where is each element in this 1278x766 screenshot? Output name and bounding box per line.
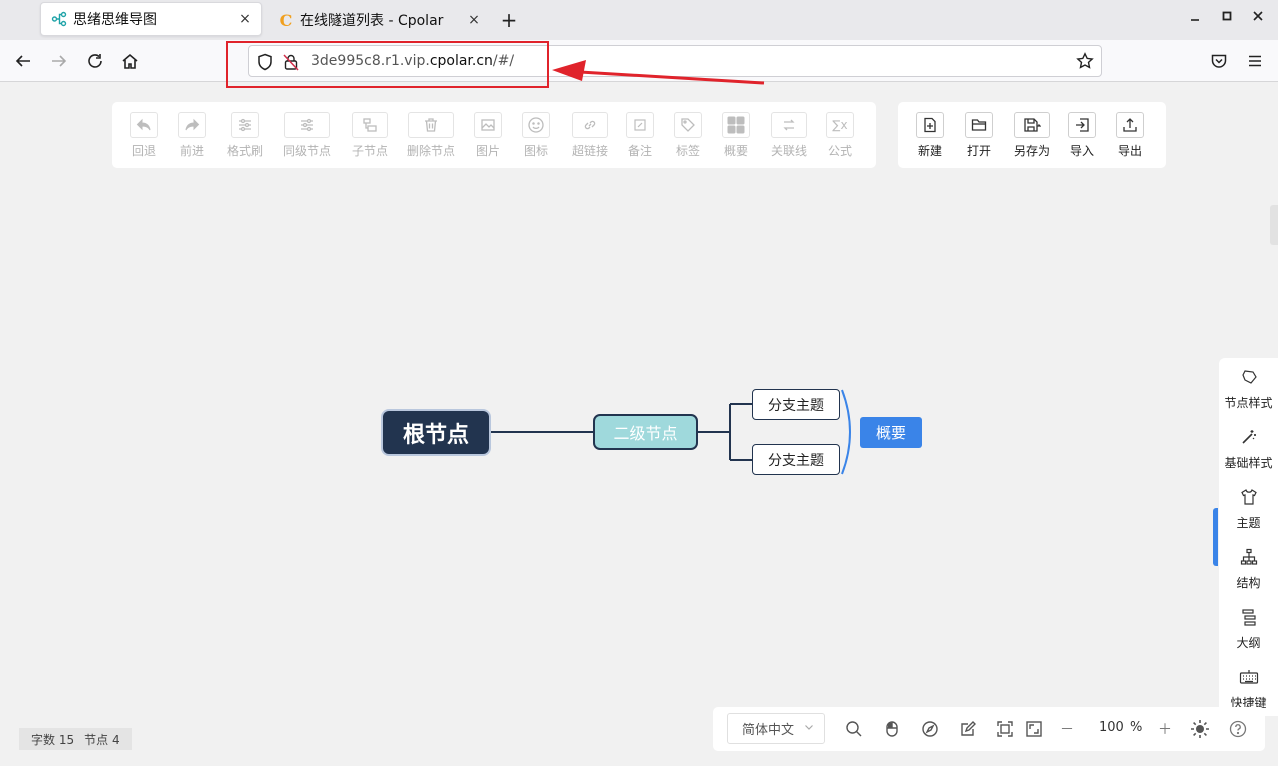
branch-node[interactable]: 分支主题 [752,389,840,420]
branch-node[interactable]: 分支主题 [752,444,840,475]
compass-icon[interactable] [920,719,940,739]
structure-button[interactable]: 结构 [1219,548,1278,591]
mouse-icon[interactable] [882,719,902,739]
zoom-out-button[interactable]: － [1057,719,1077,739]
outline-icon [1240,608,1258,630]
language-select[interactable]: 简体中文 [727,713,825,744]
node-style-button[interactable]: 节点样式 [1219,368,1278,411]
help-icon[interactable] [1228,719,1248,739]
side-panel: 节点样式 基础样式 主题 结构 大纲 快捷键 [1219,358,1278,716]
bottom-toolbar: 简体中文 － 100 % ＋ [713,707,1265,751]
magic-wand-icon [1240,428,1258,450]
sun-icon[interactable] [1190,719,1210,739]
shirt-icon [1240,488,1258,510]
theme-button[interactable]: 主题 [1219,488,1278,531]
zoom-level: 100 % [1099,720,1143,735]
panel-active-indicator [1213,508,1218,566]
shortcuts-button[interactable]: 快捷键 [1219,668,1278,711]
node-style-icon [1240,368,1258,390]
fullscreen-icon[interactable] [1024,719,1044,739]
document-stats: 字数 15 节点 4 [19,728,132,750]
structure-icon [1240,548,1258,570]
side-scroll-handle[interactable] [1270,205,1278,245]
fit-screen-icon[interactable] [995,719,1015,739]
chevron-down-icon [804,722,814,735]
zoom-in-button[interactable]: ＋ [1155,719,1175,739]
outline-button[interactable]: 大纲 [1219,608,1278,651]
edit-icon[interactable] [958,719,978,739]
mindmap-connectors [489,389,851,475]
root-node[interactable]: 根节点 [383,411,489,454]
summary-bracket [841,389,851,475]
base-style-button[interactable]: 基础样式 [1219,428,1278,471]
keyboard-icon [1239,668,1259,690]
search-icon[interactable] [844,719,864,739]
second-level-node[interactable]: 二级节点 [593,414,698,450]
summary-node[interactable]: 概要 [860,417,922,448]
word-count: 字数 15 [31,732,75,747]
node-count: 节点 4 [84,732,120,747]
